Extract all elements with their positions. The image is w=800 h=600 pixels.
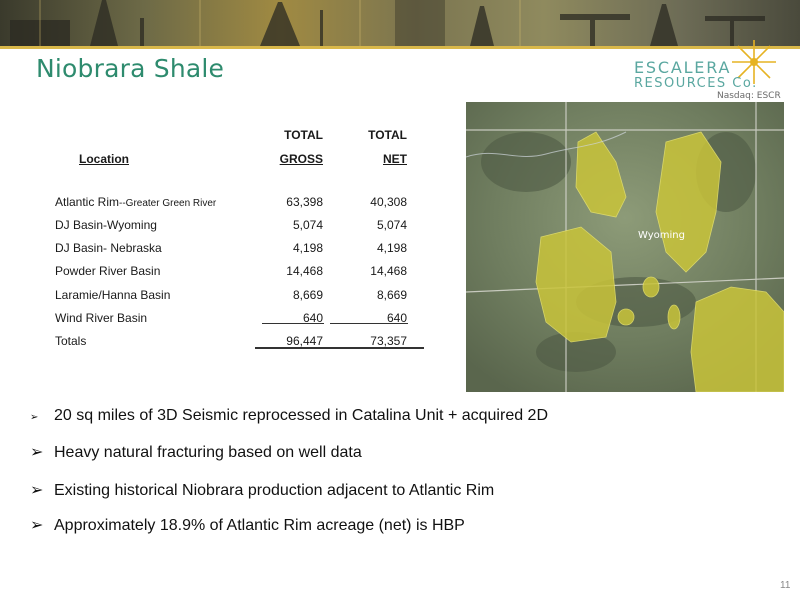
gross-header: GROSS [279, 152, 323, 166]
location-header: Location [79, 152, 129, 166]
table-row-net: 40,308 [370, 195, 407, 209]
logo-line-1: ESCALERA [634, 58, 732, 77]
table-row-net: 4,198 [376, 241, 407, 255]
table-row-location: Wind River Basin [55, 311, 148, 325]
table-row-net: 14,468 [370, 264, 407, 278]
table-row-net: 5,074 [376, 218, 407, 232]
table-row-location: DJ Basin- Nebraska [55, 241, 162, 255]
map-graphic [466, 102, 784, 392]
table-row-net: 8,669 [376, 288, 407, 302]
subtotal-rule-gross [262, 323, 324, 324]
table-row-gross: 4,198 [292, 241, 323, 255]
table-row-location: Atlantic Rim--Greater Green River [55, 195, 216, 209]
arrow-bullet-icon: ➢ [30, 517, 44, 534]
table-row-location: Powder River Basin [55, 264, 161, 278]
ticker-label: Nasdaq: ESCR [717, 91, 781, 101]
bullet-item: ➢ Approximately 18.9% of Atlantic Rim acr… [30, 515, 465, 535]
table-row-gross: 5,074 [292, 218, 323, 232]
subtotal-rule-net [330, 323, 408, 324]
row-location-label: Atlantic Rim [55, 195, 120, 209]
header-banner-image [0, 0, 800, 46]
net-header: NET [383, 152, 407, 166]
table-row-gross: 63,398 [286, 195, 323, 209]
totals-gross: 96,447 [286, 334, 323, 348]
bullet-item: ➢ Existing historical Niobrara production… [30, 480, 494, 500]
bullet-item: ➢ Heavy natural fracturing based on well … [30, 442, 362, 462]
totals-label: Totals [55, 334, 87, 348]
table-row-location: Laramie/Hanna Basin [55, 288, 171, 302]
table-row-gross: 14,468 [286, 264, 323, 278]
gross-header-top: TOTAL [284, 128, 323, 142]
table-row-gross: 8,669 [292, 288, 323, 302]
bullet-text: Approximately 18.9% of Atlantic Rim acre… [54, 517, 465, 534]
total-rule-net [340, 347, 424, 349]
total-rule-gross [255, 347, 340, 349]
totals-net: 73,357 [370, 334, 407, 348]
arrow-bullet-icon: ➢ [30, 444, 44, 461]
bullet-item: ➢ 20 sq miles of 3D Seismic reprocessed i… [30, 407, 548, 425]
bullet-text: Heavy natural fracturing based on well d… [54, 444, 362, 461]
company-logo: ESCALERA RESOURCES Co. [630, 40, 790, 92]
arrow-bullet-icon: ➢ [30, 412, 39, 423]
wyoming-acreage-map: Wyoming [466, 102, 784, 392]
row-location-sublabel: --Greater Green River [119, 198, 217, 209]
slide-title: Niobrara Shale [36, 54, 225, 83]
map-state-label: Wyoming [638, 230, 685, 241]
logo-line-2: RESOURCES Co. [634, 76, 758, 91]
page-number: 11 [780, 580, 791, 591]
oilfield-banner-graphic [10, 0, 765, 46]
bullet-text: 20 sq miles of 3D Seismic reprocessed in… [54, 407, 549, 424]
arrow-bullet-icon: ➢ [30, 482, 44, 499]
bullet-text: Existing historical Niobrara production … [54, 482, 495, 499]
net-header-top: TOTAL [368, 128, 407, 142]
table-row-location: DJ Basin-Wyoming [55, 218, 157, 232]
